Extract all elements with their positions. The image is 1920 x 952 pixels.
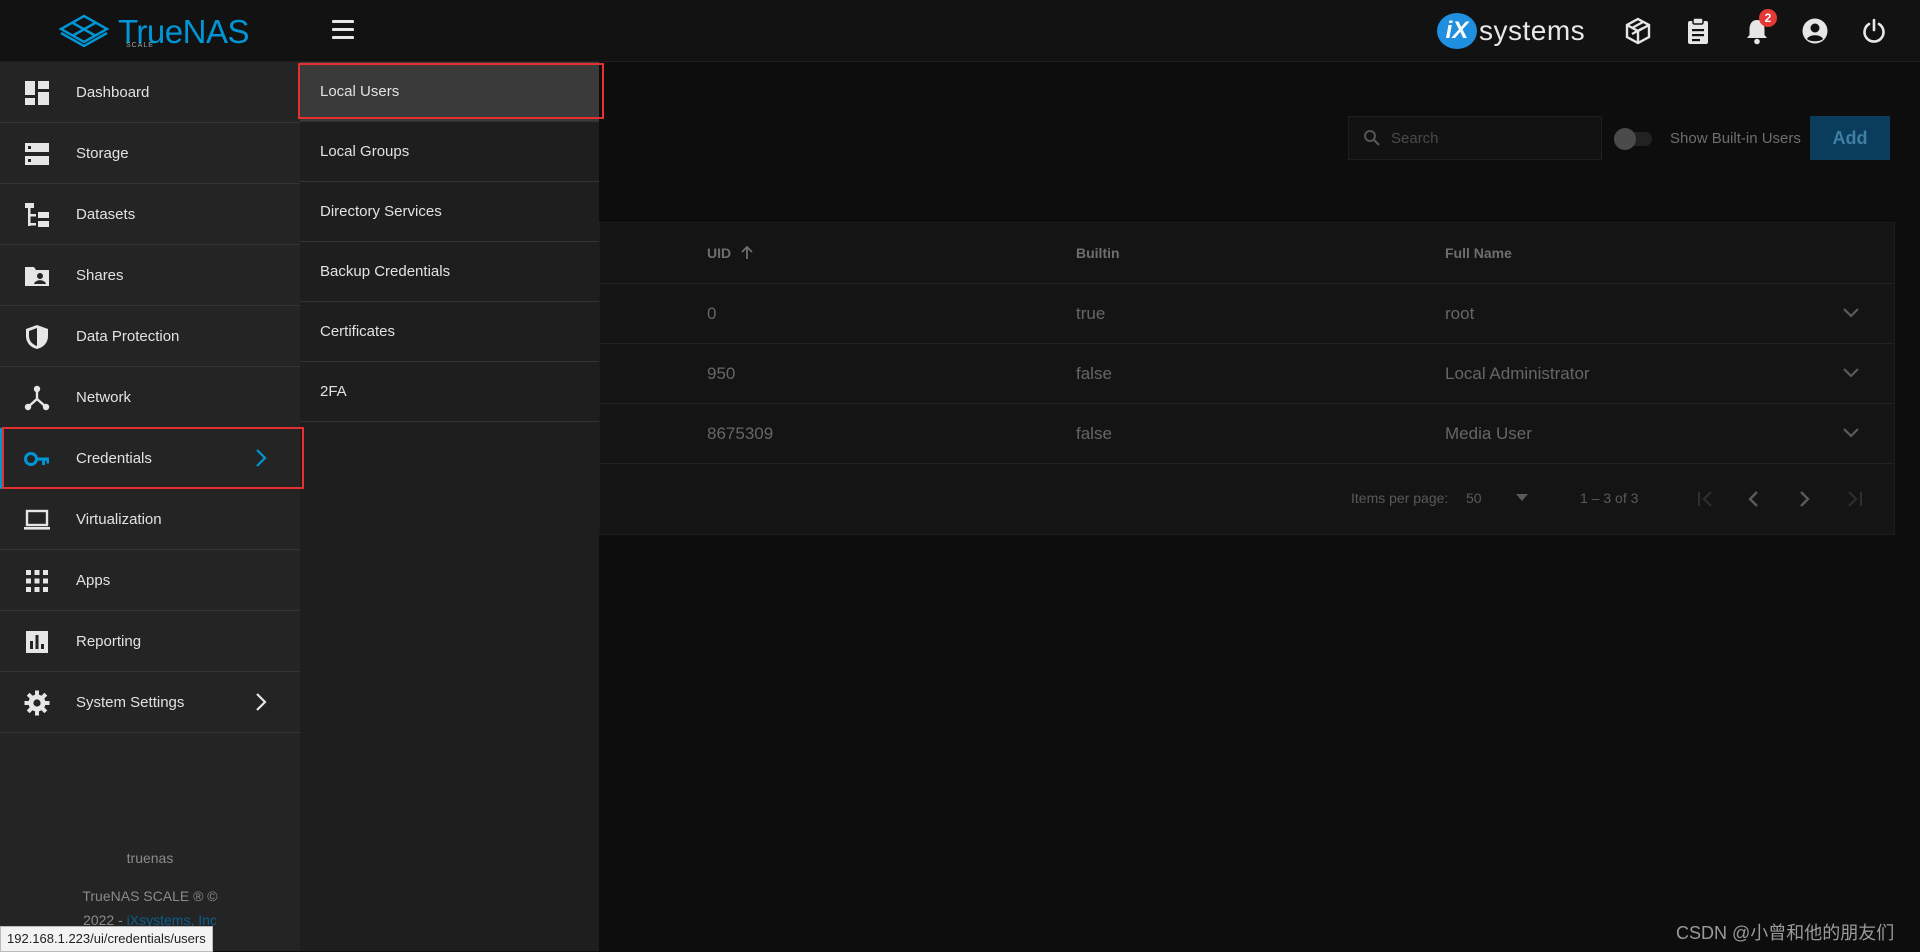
- submenu-item-local-users[interactable]: Local Users: [300, 62, 599, 122]
- cell-full-name: Media User: [1445, 424, 1532, 443]
- shield-icon: [26, 325, 48, 349]
- truecommand-icon: [1625, 17, 1651, 45]
- cell-uid: 950: [707, 364, 736, 383]
- ix-badge: iX: [1437, 13, 1477, 49]
- sidebar-item-label: Data Protection: [76, 327, 180, 345]
- sidebar-item-label: Storage: [76, 144, 129, 162]
- search-icon: [1364, 130, 1380, 146]
- cell-uid: 8675309: [707, 424, 774, 443]
- dropdown-arrow-icon[interactable]: [1516, 494, 1528, 502]
- account-circle-icon: [1802, 18, 1828, 44]
- submenu-item-backup-credentials[interactable]: Backup Credentials: [300, 242, 599, 302]
- users-table: UID Builtin Full Name 0 true root 950 fa…: [599, 222, 1895, 535]
- show-builtin-users-label: Show Built-in Users: [1670, 130, 1801, 147]
- sidebar-item-system-settings[interactable]: System Settings: [0, 672, 300, 733]
- paginator: Items per page: 50 1 – 3 of 3: [600, 463, 1894, 534]
- column-header-full-name[interactable]: Full Name: [1445, 245, 1512, 261]
- chevron-right-icon: [256, 449, 267, 467]
- next-page-icon[interactable]: [1796, 490, 1812, 508]
- truecommand-button[interactable]: [1622, 15, 1654, 47]
- sidebar-item-credentials[interactable]: Credentials: [0, 428, 300, 489]
- shares-icon: [25, 267, 49, 286]
- account-button[interactable]: [1799, 15, 1831, 47]
- sidebar-item-label: Credentials: [76, 449, 152, 467]
- cell-uid: 0: [707, 304, 717, 323]
- laptop-icon: [24, 509, 50, 530]
- clipboard-icon: [1688, 17, 1708, 44]
- column-header-uid[interactable]: UID: [707, 245, 753, 261]
- logo-subtitle: SCALE: [126, 42, 154, 49]
- datasets-icon: [25, 203, 49, 227]
- sidebar-item-label: System Settings: [76, 693, 185, 711]
- credentials-submenu: Local Users Local Groups Directory Servi…: [300, 62, 599, 951]
- search-box[interactable]: [1348, 116, 1602, 160]
- submenu-item-2fa[interactable]: 2FA: [300, 362, 599, 422]
- table-row[interactable]: 950 false Local Administrator: [600, 343, 1894, 404]
- sidebar-item-label: Network: [76, 388, 132, 406]
- hostname: truenas: [126, 850, 174, 866]
- sidebar-item-apps[interactable]: Apps: [0, 550, 300, 611]
- sidebar-item-label: Apps: [76, 571, 111, 589]
- column-header-builtin[interactable]: Builtin: [1076, 245, 1120, 261]
- sidebar-item-storage[interactable]: Storage: [0, 123, 300, 184]
- add-user-button[interactable]: Add: [1810, 116, 1890, 160]
- status-bar-url: 192.168.1.223/ui/credentials/users: [0, 926, 213, 952]
- search-input[interactable]: [1389, 128, 1593, 148]
- previous-page-icon[interactable]: [1746, 490, 1762, 508]
- items-per-page-select[interactable]: 50: [1466, 490, 1482, 506]
- apps-grid-icon: [26, 570, 48, 592]
- sidebar-item-shares[interactable]: Shares: [0, 245, 300, 306]
- sidebar-item-label: Datasets: [76, 205, 136, 223]
- copyright-line-1: TrueNAS SCALE ® ©: [82, 888, 218, 904]
- notifications-button[interactable]: 2: [1741, 9, 1777, 47]
- page-range-label: 1 – 3 of 3: [1580, 490, 1639, 506]
- expand-row-icon[interactable]: [1842, 426, 1860, 440]
- sidebar-item-dashboard[interactable]: Dashboard: [0, 62, 300, 123]
- last-page-icon[interactable]: [1844, 490, 1864, 508]
- jobs-button[interactable]: [1682, 15, 1714, 47]
- ixsystems-logo[interactable]: iX systems: [1437, 12, 1585, 50]
- submenu-item-directory-services[interactable]: Directory Services: [300, 182, 599, 242]
- dashboard-icon: [25, 81, 49, 105]
- truenas-logo-icon: [58, 14, 110, 48]
- sidebar-item-reporting[interactable]: Reporting: [0, 611, 300, 672]
- network-icon: [24, 385, 50, 411]
- expand-row-icon[interactable]: [1842, 366, 1860, 380]
- sidebar-item-virtualization[interactable]: Virtualization: [0, 489, 300, 550]
- ix-text: systems: [1479, 15, 1586, 46]
- top-bar: TrueNAS SCALE iX systems 2: [0, 0, 1920, 62]
- sidebar-item-datasets[interactable]: Datasets: [0, 184, 300, 245]
- bar-chart-icon: [26, 631, 48, 653]
- power-button[interactable]: [1858, 15, 1890, 47]
- cell-builtin: false: [1076, 424, 1112, 443]
- sidebar-item-network[interactable]: Network: [0, 367, 300, 428]
- gear-icon: [24, 690, 50, 716]
- submenu-item-local-groups[interactable]: Local Groups: [300, 122, 599, 182]
- table-row[interactable]: 0 true root: [600, 283, 1894, 344]
- sidebar-item-label: Reporting: [76, 632, 142, 650]
- items-per-page-label: Items per page:: [1351, 490, 1449, 506]
- cell-builtin: true: [1076, 304, 1106, 323]
- sort-arrow-up-icon: [741, 245, 753, 259]
- table-row[interactable]: 8675309 false Media User: [600, 403, 1894, 464]
- chevron-right-icon: [256, 693, 267, 711]
- expand-row-icon[interactable]: [1842, 306, 1860, 320]
- key-icon: [24, 452, 49, 466]
- sidebar: Dashboard Storage Datasets Shares Data P…: [0, 62, 300, 951]
- submenu-item-certificates[interactable]: Certificates: [300, 302, 599, 362]
- storage-icon: [25, 143, 49, 165]
- sidebar-item-data-protection[interactable]: Data Protection: [0, 306, 300, 367]
- sidebar-item-label: Shares: [76, 266, 124, 284]
- sidebar-item-label: Dashboard: [76, 83, 150, 101]
- watermark: CSDN @小曾和他的朋友们: [1676, 923, 1895, 943]
- sidebar-item-label: Virtualization: [76, 510, 162, 528]
- menu-toggle-button[interactable]: [330, 20, 356, 42]
- cell-builtin: false: [1076, 364, 1112, 383]
- first-page-icon[interactable]: [1696, 490, 1716, 508]
- power-icon: [1863, 18, 1885, 43]
- notifications-badge: 2: [1759, 9, 1777, 27]
- cell-full-name: root: [1445, 304, 1475, 323]
- show-builtin-users-toggle[interactable]: [1612, 126, 1652, 150]
- cell-full-name: Local Administrator: [1445, 364, 1590, 383]
